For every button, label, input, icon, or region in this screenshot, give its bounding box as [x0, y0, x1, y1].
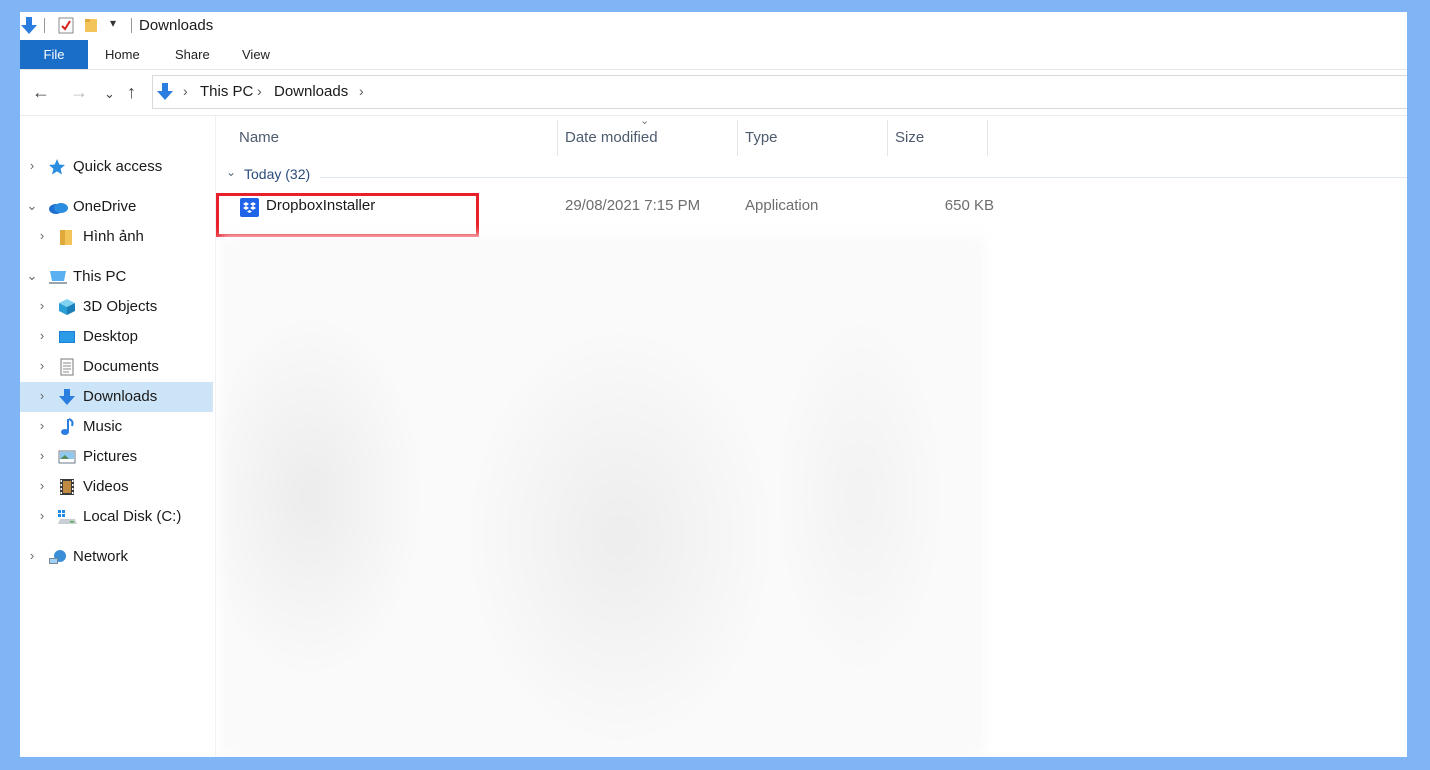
disk-icon: [58, 510, 77, 524]
window-title: Downloads: [139, 17, 214, 34]
chevron-right-icon[interactable]: ›: [36, 478, 48, 493]
blurred-file-list: [220, 236, 985, 756]
sidebar-item-label: Local Disk (C:): [83, 508, 182, 525]
sidebar-item-network[interactable]: › Network: [20, 542, 213, 572]
file-date-modified: 29/08/2021 7:15 PM: [565, 197, 701, 214]
column-header-type[interactable]: Type: [745, 129, 778, 146]
tab-view[interactable]: View: [242, 40, 270, 69]
title-separator: [44, 18, 45, 33]
sidebar-item-label: Music: [83, 418, 123, 435]
column-divider[interactable]: [987, 120, 988, 156]
sidebar-item-desktop[interactable]: › Desktop: [20, 322, 213, 352]
sidebar-item-label: OneDrive: [73, 198, 137, 215]
tab-file[interactable]: File: [20, 40, 88, 69]
breadcrumb-this-pc[interactable]: This PC: [200, 83, 253, 100]
customize-toolbar-icon[interactable]: ▾: [110, 16, 116, 30]
chevron-right-icon[interactable]: ›: [26, 548, 38, 563]
column-divider[interactable]: [557, 120, 558, 156]
sidebar-item-label: Videos: [83, 478, 129, 495]
download-icon: [59, 389, 75, 405]
download-icon: [157, 83, 173, 100]
group-divider: [320, 177, 1407, 178]
sidebar-item-label: Hình ảnh: [83, 228, 144, 245]
documents-icon: [60, 358, 74, 376]
sidebar-item-pictures[interactable]: › Pictures: [20, 442, 213, 472]
column-divider[interactable]: [887, 120, 888, 156]
cloud-icon: [49, 203, 68, 214]
folder-icon: [60, 230, 72, 245]
chevron-down-icon[interactable]: ⌄: [26, 268, 38, 284]
title-bar: ▾ Downloads: [20, 12, 1407, 40]
sidebar-item-local-disk[interactable]: › Local Disk (C:): [20, 502, 213, 532]
file-size: 650 KB: [944, 197, 994, 214]
chevron-down-icon[interactable]: ⌄: [26, 198, 38, 214]
column-header-date-modified[interactable]: Date modified: [565, 129, 658, 146]
sidebar-item-documents[interactable]: › Documents: [20, 352, 213, 382]
star-icon: [49, 159, 65, 175]
sidebar-item-onedrive[interactable]: ⌄ OneDrive: [20, 192, 213, 222]
chevron-right-icon[interactable]: ›: [36, 448, 48, 463]
sidebar-item-label: Pictures: [83, 448, 138, 465]
chevron-right-icon[interactable]: ›: [36, 508, 48, 523]
navigation-bar: ← → ⌄ ↑ › This PC › Downloads ›: [20, 70, 1407, 116]
sidebar-item-videos[interactable]: › Videos: [20, 472, 213, 502]
breadcrumb-chevron-icon[interactable]: ›: [359, 83, 364, 99]
file-list-pane: ⌄ Name Date modified Type Size ⌄ Today (…: [216, 115, 1407, 757]
back-arrow-icon[interactable]: ←: [32, 82, 50, 102]
column-header-size[interactable]: Size: [895, 129, 924, 146]
sidebar-item-label: Desktop: [83, 328, 139, 345]
navigation-pane: › Quick access ⌄ OneDrive › Hình ảnh ⌄ T…: [20, 116, 216, 757]
breadcrumb-chevron-icon[interactable]: ›: [183, 83, 188, 99]
chevron-right-icon[interactable]: ›: [36, 298, 48, 313]
cube-icon: [59, 299, 75, 315]
sidebar-item-hinh-anh[interactable]: › Hình ảnh: [20, 222, 213, 252]
chevron-right-icon[interactable]: ›: [36, 418, 48, 433]
breadcrumb-chevron-icon[interactable]: ›: [257, 83, 262, 99]
chevron-right-icon[interactable]: ›: [36, 328, 48, 343]
sidebar-item-quick-access[interactable]: › Quick access: [20, 152, 213, 182]
sidebar-item-label: Quick access: [73, 158, 163, 175]
sidebar-item-downloads[interactable]: › Downloads: [20, 382, 213, 412]
desktop-icon: [59, 331, 75, 343]
sidebar-item-this-pc[interactable]: ⌄ This PC: [20, 262, 213, 292]
chevron-right-icon[interactable]: ›: [36, 388, 48, 403]
pictures-icon: [58, 450, 76, 464]
chevron-right-icon[interactable]: ›: [36, 358, 48, 373]
ribbon-tabs: File Home Share View: [20, 40, 1407, 70]
music-icon: [61, 418, 74, 435]
network-icon: [49, 550, 66, 564]
address-bar[interactable]: › This PC › Downloads ›: [152, 75, 1407, 109]
file-name[interactable]: DropboxInstaller: [266, 197, 375, 214]
sidebar-item-label: 3D Objects: [83, 298, 158, 315]
group-header-today[interactable]: Today (32): [244, 166, 310, 182]
sort-chevron-icon: ⌄: [640, 115, 650, 127]
sidebar-item-label: Downloads: [83, 388, 158, 405]
sidebar-item-music[interactable]: › Music: [20, 412, 213, 442]
sidebar-item-3d-objects[interactable]: › 3D Objects: [20, 292, 213, 322]
chevron-down-icon[interactable]: ⌄: [104, 84, 115, 104]
file-type: Application: [745, 197, 819, 214]
download-icon[interactable]: [21, 17, 37, 35]
tab-home[interactable]: Home: [105, 40, 140, 69]
dropbox-icon: [240, 198, 259, 217]
title-separator: [131, 18, 132, 33]
breadcrumb-downloads[interactable]: Downloads: [274, 83, 348, 100]
sidebar-item-label: Documents: [83, 358, 159, 375]
file-explorer-window: ▾ Downloads File Home Share View ← → ⌄ ↑…: [20, 12, 1407, 757]
sidebar-item-label: This PC: [73, 268, 127, 285]
table-row[interactable]: DropboxInstaller 29/08/2021 7:15 PM Appl…: [236, 192, 994, 222]
up-arrow-icon[interactable]: ↑: [127, 82, 136, 102]
column-divider[interactable]: [737, 120, 738, 156]
chevron-right-icon[interactable]: ›: [36, 228, 48, 243]
chevron-right-icon[interactable]: ›: [26, 158, 38, 173]
group-collapse-chevron-icon[interactable]: ⌄: [226, 165, 236, 179]
videos-icon: [60, 479, 74, 495]
sidebar-item-label: Network: [73, 548, 129, 565]
column-header-name[interactable]: Name: [239, 129, 279, 146]
new-folder-icon[interactable]: [84, 17, 98, 33]
computer-icon: [49, 271, 67, 284]
tab-share[interactable]: Share: [175, 40, 210, 69]
properties-icon[interactable]: [58, 16, 74, 34]
forward-arrow-icon[interactable]: →: [70, 82, 88, 102]
